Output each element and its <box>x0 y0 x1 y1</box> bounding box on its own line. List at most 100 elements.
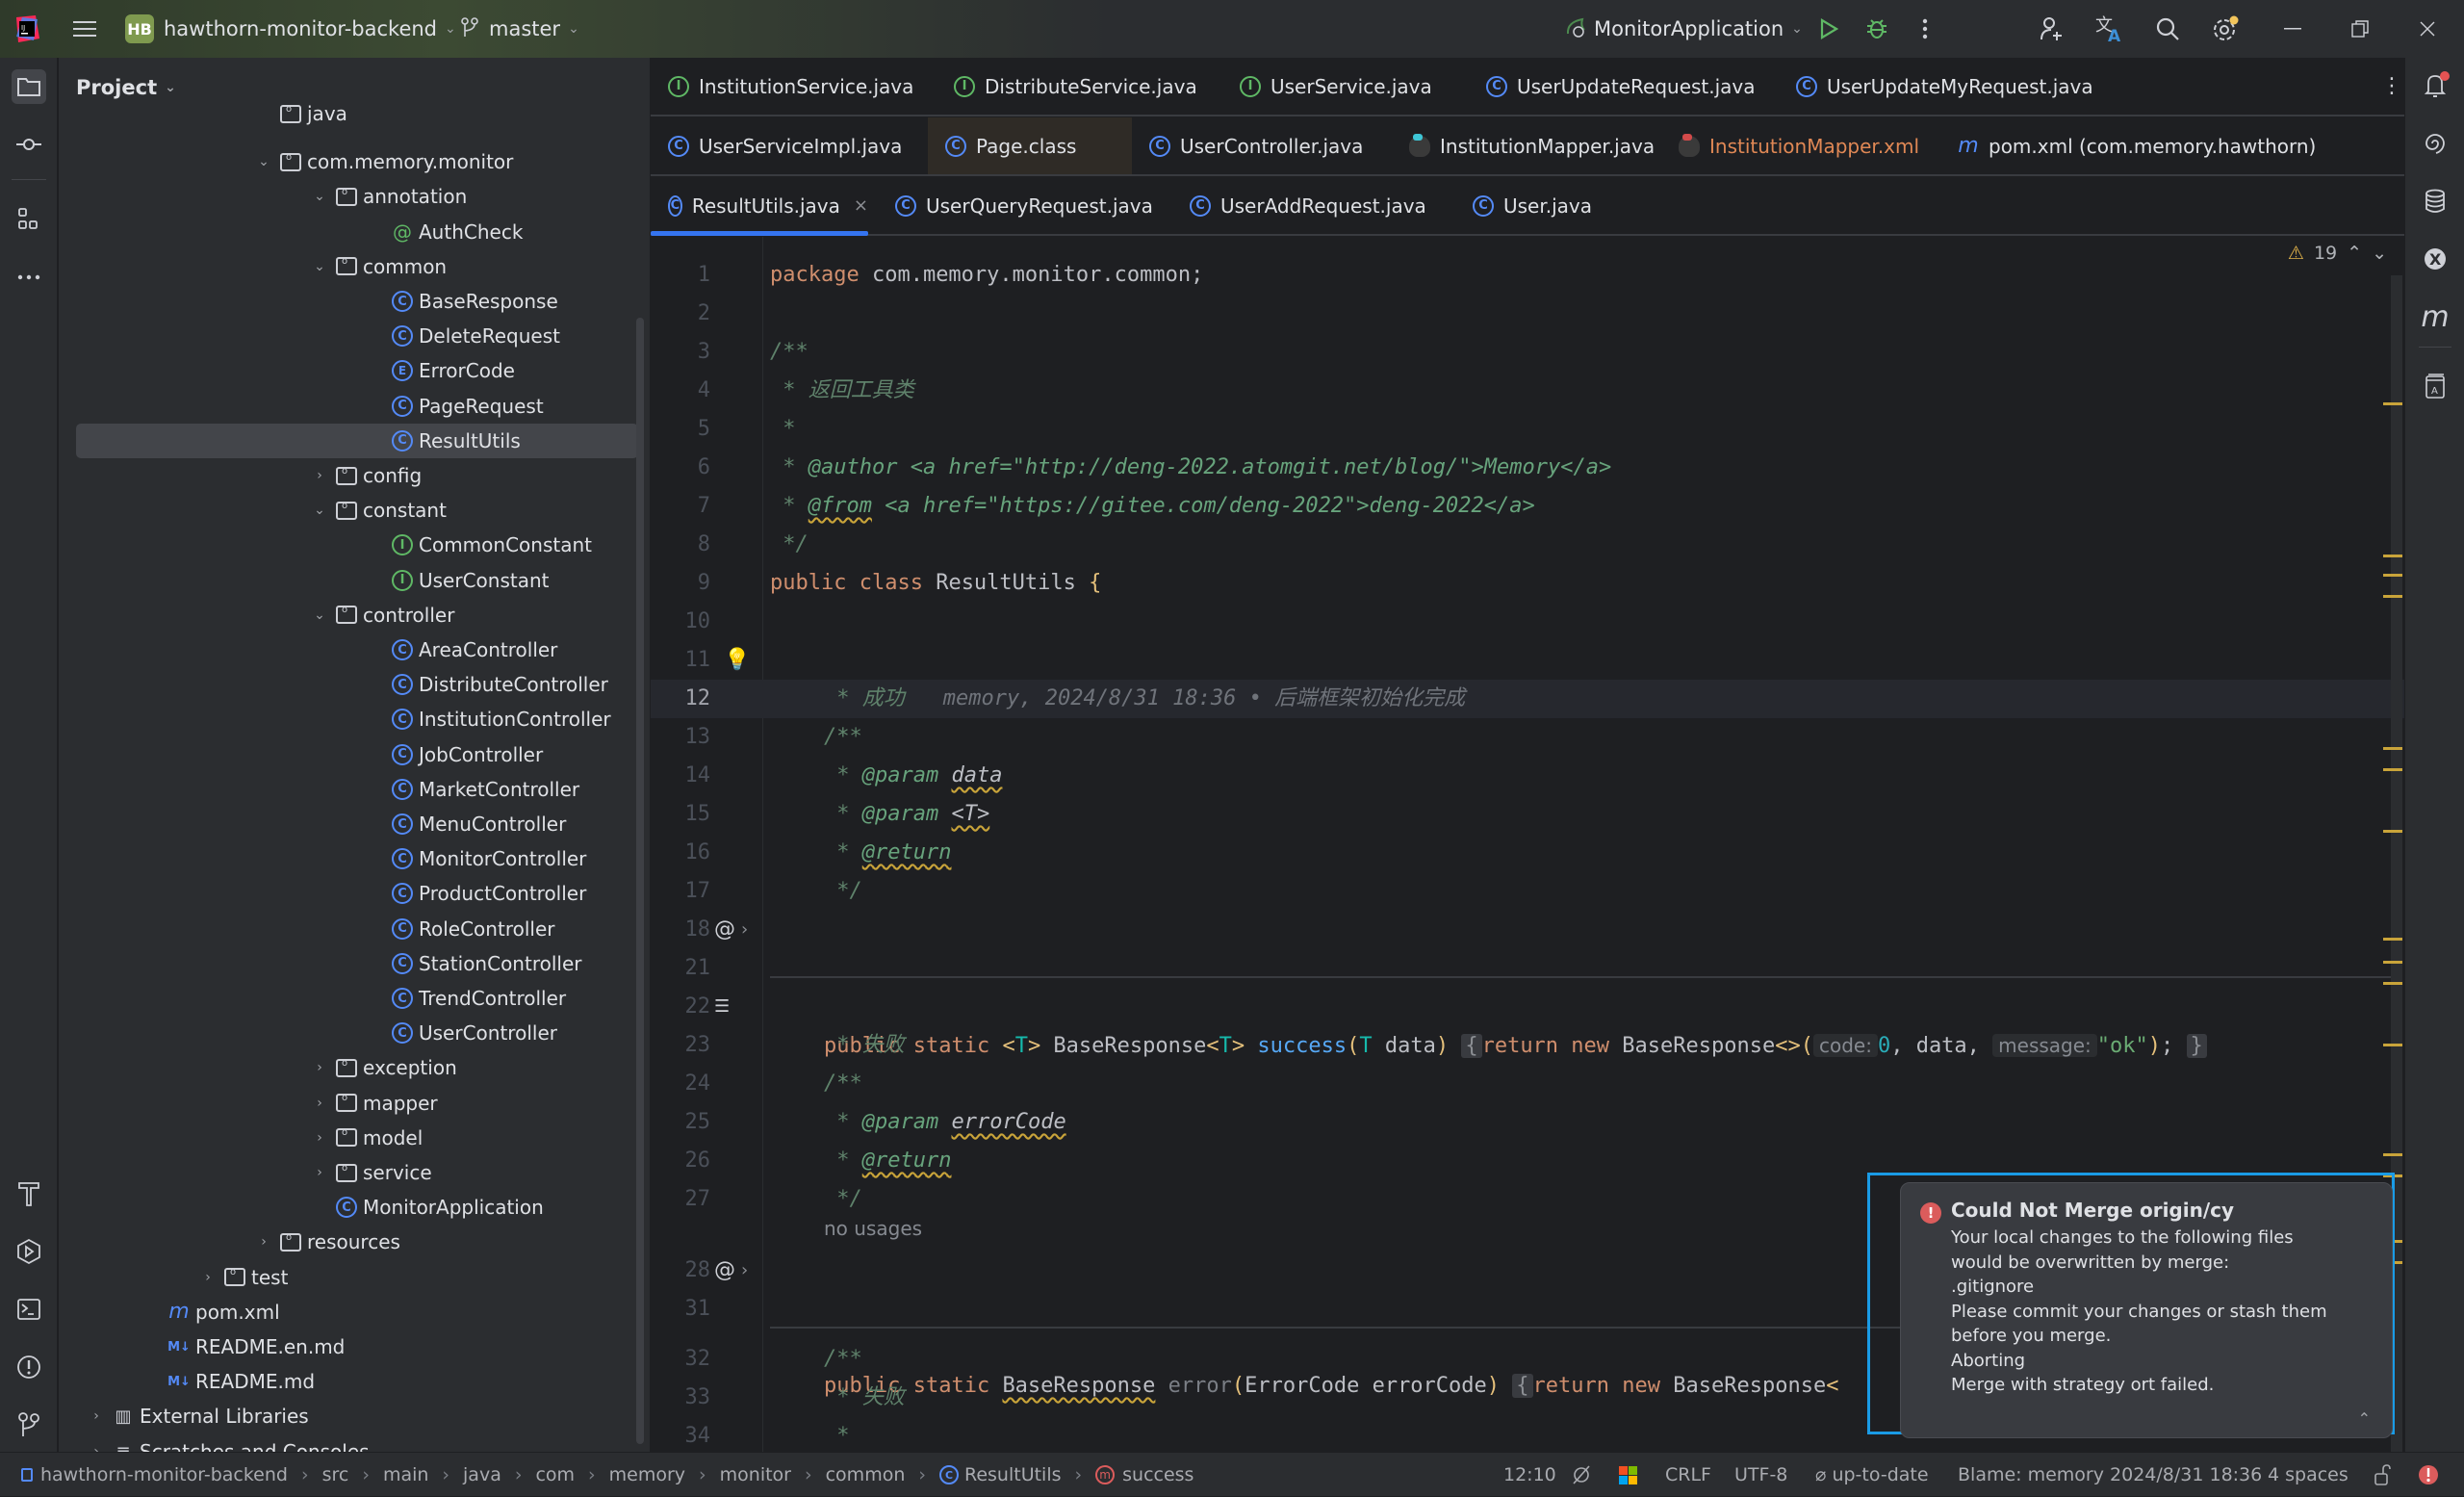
line-separator[interactable]: CRLF <box>1665 1453 1711 1497</box>
error-indicator-icon[interactable] <box>2418 1453 2439 1497</box>
tree-item-test[interactable]: › test <box>199 1260 288 1295</box>
tree-item-mapper[interactable]: › mapper <box>311 1086 437 1121</box>
lightbulb-icon[interactable]: 💡 <box>724 641 750 680</box>
breadcrumb-item[interactable]: java <box>463 1464 501 1485</box>
tab-user-update-my-request[interactable]: C UserUpdateMyRequest.java <box>1779 58 2093 115</box>
tree-item-menucontroller[interactable]: C MenuController <box>367 807 566 841</box>
chevron-down-icon[interactable]: ⌄ <box>311 607 328 623</box>
tree-item-marketcontroller[interactable]: C MarketController <box>367 772 579 807</box>
warning-marker[interactable] <box>2383 1044 2402 1046</box>
restore-icon[interactable] <box>2345 13 2375 44</box>
tree-item-constant[interactable]: ⌄ constant <box>311 493 447 528</box>
tree-item-distributecontroller[interactable]: C DistributeController <box>367 667 608 702</box>
tree-item-trendcontroller[interactable]: C TrendController <box>367 981 566 1016</box>
tree-item-pom-xml[interactable]: m pom.xml <box>143 1295 279 1329</box>
tab-user-service-impl[interactable]: C UserServiceImpl.java <box>651 117 902 174</box>
main-menu-icon[interactable] <box>69 13 100 44</box>
tree-item-service[interactable]: › service <box>311 1155 431 1190</box>
tree-item-java[interactable]: java <box>255 96 347 131</box>
breadcrumb-item[interactable]: success <box>1122 1464 1194 1485</box>
tree-item-exception[interactable]: › exception <box>311 1050 457 1085</box>
tab-pom-xml[interactable]: m pom.xml (com.memory.hawthorn) <box>1940 117 2316 174</box>
tree-item-resources[interactable]: › resources <box>255 1225 400 1259</box>
cursor-position[interactable]: 12:10 <box>1503 1453 1556 1497</box>
tree-item-stationcontroller[interactable]: C StationController <box>367 946 581 981</box>
debug-icon[interactable] <box>1861 13 1892 44</box>
close-tab-icon[interactable]: × <box>854 195 868 216</box>
minimize-icon[interactable] <box>2277 13 2308 44</box>
tree-item-commonconstant[interactable]: I CommonConstant <box>367 528 592 562</box>
tree-item-userconstant[interactable]: I UserConstant <box>367 563 550 598</box>
chevron-right-icon[interactable]: › <box>199 1270 217 1285</box>
run-icon[interactable] <box>1813 13 1844 44</box>
problems-icon[interactable] <box>12 1350 46 1384</box>
services-icon[interactable] <box>12 1234 46 1269</box>
inline-blame[interactable]: memory, 2024/8/31 18:36 • 后端框架初始化完成 <box>943 686 1465 710</box>
database-icon[interactable] <box>2419 185 2451 218</box>
warning-marker[interactable] <box>2383 574 2402 577</box>
render-doc-icon[interactable]: ☰ <box>714 988 730 1026</box>
collapse-notification-icon[interactable]: ⌃ <box>2358 1409 2371 1428</box>
branch-selector[interactable]: master ⌄ <box>460 0 579 58</box>
usages-hint[interactable]: no usages <box>824 1217 922 1240</box>
tab-user[interactable]: C User.java <box>1455 177 1592 234</box>
tree-item-pagerequest[interactable]: C PageRequest <box>367 389 544 424</box>
expand-fold-icon[interactable]: › <box>741 1252 748 1290</box>
tab-institution-service[interactable]: I InstitutionService.java <box>651 58 913 115</box>
structure-icon[interactable] <box>12 202 46 237</box>
tab-user-add-request[interactable]: C UserAddRequest.java <box>1172 177 1426 234</box>
project-view-selector[interactable]: Project ⌄ <box>59 58 650 117</box>
chevron-right-icon[interactable]: › <box>311 1165 328 1180</box>
tree-item-productcontroller[interactable]: C ProductController <box>367 876 586 911</box>
translation-book-icon[interactable]: A <box>2419 370 2451 402</box>
maven-icon[interactable]: m <box>2419 300 2451 334</box>
app-logo-icon[interactable]: IJ <box>12 13 42 44</box>
windows-icon[interactable] <box>1619 1453 1637 1497</box>
breadcrumb-item[interactable]: ResultUtils <box>964 1464 1062 1485</box>
chevron-right-icon[interactable]: › <box>311 1060 328 1075</box>
tab-institution-mapper-xml[interactable]: InstitutionMapper.xml <box>1661 117 1919 174</box>
build-icon[interactable] <box>12 1176 46 1211</box>
chevron-right-icon[interactable]: › <box>311 1130 328 1146</box>
tree-item-institutioncontroller[interactable]: C InstitutionController <box>367 702 611 736</box>
copilot-icon[interactable] <box>2419 127 2451 160</box>
annotation-gutter-icon[interactable]: @ <box>714 911 735 949</box>
tree-item-deleterequest[interactable]: C DeleteRequest <box>367 319 560 353</box>
indent-setting[interactable]: 4 spaces <box>2268 1453 2348 1497</box>
tree-item-baseresponse[interactable]: C BaseResponse <box>367 284 558 319</box>
tree-item-readme-en-md[interactable]: M↓ README.en.md <box>143 1329 345 1364</box>
add-user-icon[interactable] <box>2037 13 2067 44</box>
warning-marker[interactable] <box>2383 961 2402 964</box>
more-tools-icon[interactable] <box>12 260 46 295</box>
tree-item-areacontroller[interactable]: C AreaController <box>367 632 557 667</box>
tree-item-controller[interactable]: ⌄ controller <box>311 598 454 632</box>
breadcrumb-item[interactable]: src <box>322 1464 349 1485</box>
mybatis-icon[interactable]: X <box>2419 243 2451 275</box>
readonly-toggle-icon[interactable] <box>1571 1453 1592 1497</box>
tab-more-button[interactable]: ⋮ <box>2364 58 2402 115</box>
chevron-right-icon[interactable]: › <box>255 1234 272 1250</box>
tree-item-rolecontroller[interactable]: C RoleController <box>367 912 554 946</box>
breadcrumb-item[interactable]: main <box>383 1464 428 1485</box>
tree-item-common[interactable]: ⌄ common <box>311 249 447 284</box>
lock-open-icon[interactable] <box>2374 1453 2391 1497</box>
blame-info[interactable]: Blame: memory 2024/8/31 18:36 <box>1958 1453 2262 1497</box>
chevron-down-icon[interactable]: ⌄ <box>255 154 272 169</box>
chevron-down-icon[interactable]: ⌄ <box>311 503 328 518</box>
tab-user-service[interactable]: I UserService.java <box>1222 58 1432 115</box>
vcs-status[interactable]: ⌀ up-to-date <box>1815 1453 1929 1497</box>
tab-user-update-request[interactable]: C UserUpdateRequest.java <box>1469 58 1756 115</box>
chevron-right-icon[interactable]: › <box>88 1408 105 1424</box>
project-selector[interactable]: HB hawthorn-monitor-backend ⌄ <box>125 0 456 58</box>
annotation-gutter-icon[interactable]: @ <box>714 1252 735 1290</box>
notifications-icon[interactable] <box>2419 69 2451 102</box>
expand-fold-icon[interactable]: › <box>741 911 748 949</box>
warning-marker[interactable] <box>2383 747 2402 750</box>
merge-error-notification[interactable]: ! Could Not Merge origin/cy Your local c… <box>1900 1182 2393 1438</box>
tree-item-readme-md[interactable]: M↓ README.md <box>143 1364 315 1399</box>
tab-user-controller[interactable]: C UserController.java <box>1132 117 1363 174</box>
breadcrumb-item[interactable]: common <box>826 1464 906 1485</box>
settings-icon[interactable] <box>2210 13 2241 44</box>
tree-item-errorcode[interactable]: E ErrorCode <box>367 353 515 388</box>
tab-institution-mapper-java[interactable]: InstitutionMapper.java <box>1392 117 1655 174</box>
